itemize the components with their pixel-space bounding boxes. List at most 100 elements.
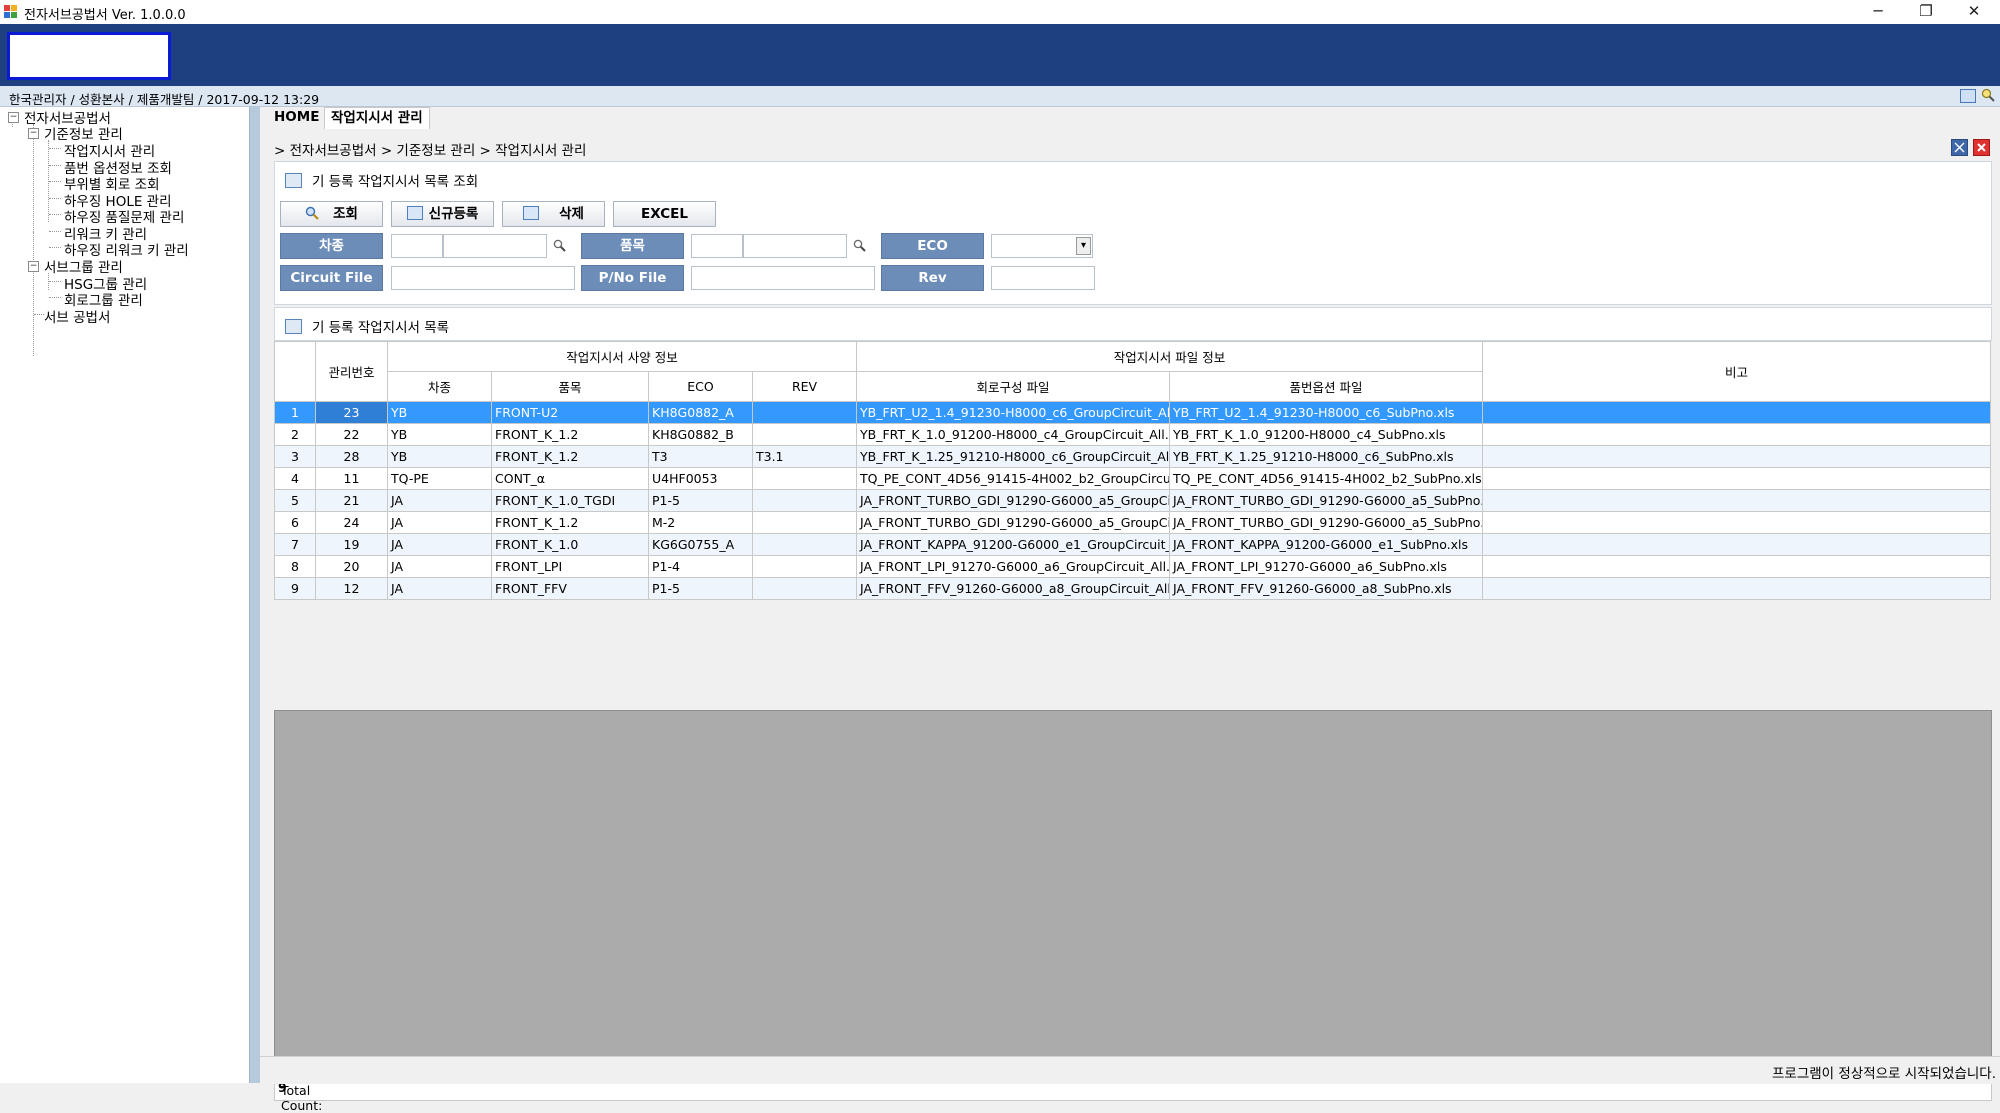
search-button[interactable]: 조회	[280, 201, 383, 227]
cell-car[interactable]: JA	[387, 533, 492, 556]
car-lookup-icon[interactable]	[553, 239, 566, 252]
column-header-pno-file[interactable]: 품번옵션 파일	[1169, 371, 1484, 402]
cell-eco[interactable]: P1-5	[648, 577, 753, 600]
cell-circuit-file[interactable]: YB_FRT_K_1.25_91210-H8000_c6_GroupCircui…	[856, 445, 1171, 468]
cell-circuit-file[interactable]: JA_FRONT_KAPPA_91200-G6000_e1_GroupCircu…	[856, 533, 1171, 556]
table-row[interactable]: 8 20 JA FRONT_LPI P1-4 JA_FRONT_LPI_9127…	[274, 555, 1992, 578]
cell-rev[interactable]	[751, 467, 858, 490]
cell-pno-file[interactable]: TQ_PE_CONT_4D56_91415-4H002_b2_SubPno.xl…	[1169, 467, 1484, 490]
column-header-circuit-file[interactable]: 회로구성 파일	[856, 371, 1171, 402]
cell-part[interactable]: FRONT_K_1.0_TGDI	[491, 489, 649, 512]
cell-eco[interactable]: P1-4	[648, 555, 753, 578]
cell-car[interactable]: JA	[387, 489, 492, 512]
cell-car[interactable]: YB	[387, 401, 492, 424]
pno-file-input[interactable]	[691, 266, 875, 290]
cell-eco[interactable]: T3	[648, 445, 753, 468]
new-register-button[interactable]: 신규등록	[391, 201, 494, 227]
cell-part[interactable]: FRONT_K_1.2	[491, 511, 649, 534]
tree-collapse-icon[interactable]: −	[8, 112, 19, 123]
cell-id[interactable]: 21	[315, 489, 388, 512]
cell-id[interactable]: 24	[315, 511, 388, 534]
table-row[interactable]: 7 19 JA FRONT_K_1.0 KG6G0755_A JA_FRONT_…	[274, 533, 1992, 556]
cell-pno-file[interactable]: JA_FRONT_LPI_91270-G6000_a6_SubPno.xls	[1169, 555, 1484, 578]
table-row[interactable]: 2 22 YB FRONT_K_1.2 KH8G0882_B YB_FRT_K_…	[274, 423, 1992, 446]
tree-collapse-icon[interactable]: −	[28, 128, 39, 139]
delete-button[interactable]: 삭제	[502, 201, 605, 227]
table-row[interactable]: 5 21 JA FRONT_K_1.0_TGDI P1-5 JA_FRONT_T…	[274, 489, 1992, 512]
cell-part[interactable]: FRONT-U2	[491, 401, 649, 424]
cell-id[interactable]: 20	[315, 555, 388, 578]
cell-part[interactable]: FRONT_K_1.2	[491, 423, 649, 446]
cell-circuit-file[interactable]: TQ_PE_CONT_4D56_91415-4H002_b2_GroupCirc…	[856, 467, 1171, 490]
cell-note[interactable]	[1482, 467, 1992, 490]
cell-car[interactable]: YB	[387, 445, 492, 468]
cell-note[interactable]	[1482, 423, 1992, 446]
cell-car[interactable]: JA	[387, 555, 492, 578]
minimize-button[interactable]: ─	[1855, 0, 1901, 24]
cell-car[interactable]: YB	[387, 423, 492, 446]
window-tile-icon[interactable]	[1951, 139, 1968, 156]
cell-circuit-file[interactable]: YB_FRT_K_1.0_91200-H8000_c4_GroupCircuit…	[856, 423, 1171, 446]
cell-id[interactable]: 19	[315, 533, 388, 556]
cell-part[interactable]: FRONT_FFV	[491, 577, 649, 600]
cell-rev[interactable]	[751, 511, 858, 534]
cell-pno-file[interactable]: JA_FRONT_TURBO_GDI_91290-G6000_a5_SubPno…	[1169, 511, 1484, 534]
search-icon[interactable]	[1981, 88, 1995, 102]
table-row[interactable]: 4 11 TQ-PE CONT_α U4HF0053 TQ_PE_CONT_4D…	[274, 467, 1992, 490]
cell-pno-file[interactable]: JA_FRONT_FFV_91260-G6000_a8_SubPno.xls	[1169, 577, 1484, 600]
cell-note[interactable]	[1482, 489, 1992, 512]
cell-car[interactable]: TQ-PE	[387, 467, 492, 490]
cell-part[interactable]: CONT_α	[491, 467, 649, 490]
cell-id[interactable]: 22	[315, 423, 388, 446]
table-row[interactable]: 9 12 JA FRONT_FFV P1-5 JA_FRONT_FFV_9126…	[274, 577, 1992, 600]
cell-part[interactable]: FRONT_K_1.2	[491, 445, 649, 468]
cell-rev[interactable]	[751, 555, 858, 578]
part-name-input[interactable]	[743, 234, 847, 258]
cell-note[interactable]	[1482, 555, 1992, 578]
part-code-input[interactable]	[691, 234, 743, 258]
table-row[interactable]: 1 23 YB FRONT-U2 KH8G0882_A YB_FRT_U2_1.…	[274, 401, 1992, 424]
excel-button[interactable]: EXCEL	[613, 201, 716, 227]
cell-eco[interactable]: KG6G0755_A	[648, 533, 753, 556]
restore-button[interactable]: ❐	[1903, 0, 1949, 24]
car-name-input[interactable]	[443, 234, 547, 258]
window-list-icon[interactable]	[1960, 89, 1976, 103]
cell-car[interactable]: JA	[387, 511, 492, 534]
circuit-file-input[interactable]	[391, 266, 575, 290]
cell-pno-file[interactable]: YB_FRT_K_1.25_91210-H8000_c6_SubPno.xls	[1169, 445, 1484, 468]
cell-note[interactable]	[1482, 401, 1992, 424]
column-header-part[interactable]: 품목	[491, 371, 649, 402]
table-row[interactable]: 6 24 JA FRONT_K_1.2 M-2 JA_FRONT_TURBO_G…	[274, 511, 1992, 534]
cell-part[interactable]: FRONT_K_1.0	[491, 533, 649, 556]
column-header-eco[interactable]: ECO	[648, 371, 753, 402]
cell-note[interactable]	[1482, 511, 1992, 534]
cell-part[interactable]: FRONT_LPI	[491, 555, 649, 578]
cell-circuit-file[interactable]: JA_FRONT_LPI_91270-G6000_a6_GroupCircuit…	[856, 555, 1171, 578]
cell-circuit-file[interactable]: YB_FRT_U2_1.4_91230-H8000_c6_GroupCircui…	[856, 401, 1171, 424]
column-header-note[interactable]: 비고	[1482, 341, 1992, 402]
cell-rev[interactable]	[751, 423, 858, 446]
cell-id[interactable]: 23	[315, 401, 388, 424]
cell-rev[interactable]	[751, 401, 858, 424]
cell-rev[interactable]: T3.1	[751, 445, 858, 468]
cell-pno-file[interactable]: JA_FRONT_TURBO_GDI_91290-G6000_a5_SubPno…	[1169, 489, 1484, 512]
cell-eco[interactable]: P1-5	[648, 489, 753, 512]
cell-circuit-file[interactable]: JA_FRONT_TURBO_GDI_91290-G6000_a5_GroupC…	[856, 511, 1171, 534]
eco-select[interactable]: ▾	[991, 234, 1093, 258]
cell-car[interactable]: JA	[387, 577, 492, 600]
cell-pno-file[interactable]: YB_FRT_K_1.0_91200-H8000_c4_SubPno.xls	[1169, 423, 1484, 446]
tree-item-sub-method[interactable]: 서브 공법서	[44, 306, 110, 326]
cell-eco[interactable]: U4HF0053	[648, 467, 753, 490]
cell-eco[interactable]: KH8G0882_B	[648, 423, 753, 446]
cell-note[interactable]	[1482, 533, 1992, 556]
cell-pno-file[interactable]: YB_FRT_U2_1.4_91230-H8000_c6_SubPno.xls	[1169, 401, 1484, 424]
cell-id[interactable]: 11	[315, 467, 388, 490]
column-header-id[interactable]: 관리번호	[315, 341, 388, 402]
cell-id[interactable]: 12	[315, 577, 388, 600]
part-lookup-icon[interactable]	[853, 239, 866, 252]
rev-input[interactable]	[991, 266, 1095, 290]
column-header-car[interactable]: 차종	[387, 371, 492, 402]
cell-eco[interactable]: KH8G0882_A	[648, 401, 753, 424]
cell-rev[interactable]	[751, 577, 858, 600]
cell-circuit-file[interactable]: JA_FRONT_TURBO_GDI_91290-G6000_a5_GroupC…	[856, 489, 1171, 512]
